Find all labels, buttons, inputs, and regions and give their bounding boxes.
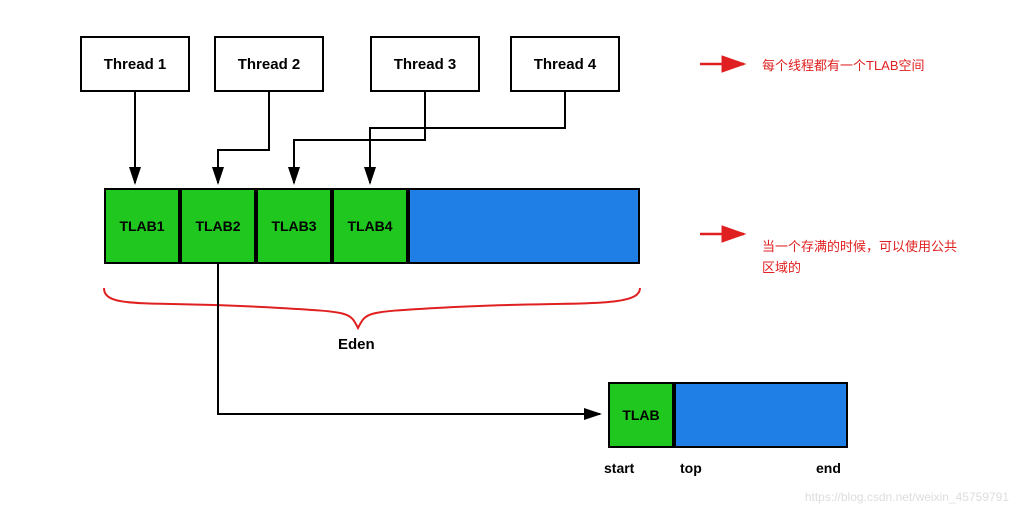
detail-shared-region bbox=[674, 382, 848, 448]
detail-tlab-cell: TLAB bbox=[608, 382, 674, 448]
tlab-cell-1: TLAB1 bbox=[104, 188, 180, 264]
arrow-thread3-tlab3 bbox=[294, 92, 425, 183]
watermark: https://blog.csdn.net/weixin_45759791 bbox=[805, 490, 1009, 504]
arrow-thread2-tlab2 bbox=[218, 92, 269, 183]
eden-brace bbox=[104, 288, 640, 328]
thread-box-4: Thread 4 bbox=[510, 36, 620, 92]
marker-end: end bbox=[816, 460, 841, 476]
arrow-tlab-detail bbox=[218, 264, 600, 414]
thread-label-1: Thread 1 bbox=[104, 56, 167, 73]
tlab-label-1: TLAB1 bbox=[119, 218, 164, 234]
thread-box-1: Thread 1 bbox=[80, 36, 190, 92]
eden-shared-region bbox=[408, 188, 640, 264]
tlab-label-2: TLAB2 bbox=[195, 218, 240, 234]
thread-label-3: Thread 3 bbox=[394, 56, 457, 73]
detail-tlab-label: TLAB bbox=[622, 407, 659, 423]
thread-label-4: Thread 4 bbox=[534, 56, 597, 73]
thread-box-2: Thread 2 bbox=[214, 36, 324, 92]
thread-label-2: Thread 2 bbox=[238, 56, 301, 73]
tlab-cell-2: TLAB2 bbox=[180, 188, 256, 264]
tlab-cell-3: TLAB3 bbox=[256, 188, 332, 264]
eden-label: Eden bbox=[338, 336, 375, 353]
marker-start: start bbox=[604, 460, 634, 476]
annotation-top: 每个线程都有一个TLAB空间 bbox=[762, 56, 925, 77]
marker-top: top bbox=[680, 460, 702, 476]
arrow-thread4-tlab4 bbox=[370, 92, 565, 183]
thread-box-3: Thread 3 bbox=[370, 36, 480, 92]
tlab-label-3: TLAB3 bbox=[271, 218, 316, 234]
annotation-mid: 当一个存满的时候，可以使用公共 区域的 bbox=[762, 237, 992, 279]
tlab-label-4: TLAB4 bbox=[347, 218, 392, 234]
tlab-cell-4: TLAB4 bbox=[332, 188, 408, 264]
